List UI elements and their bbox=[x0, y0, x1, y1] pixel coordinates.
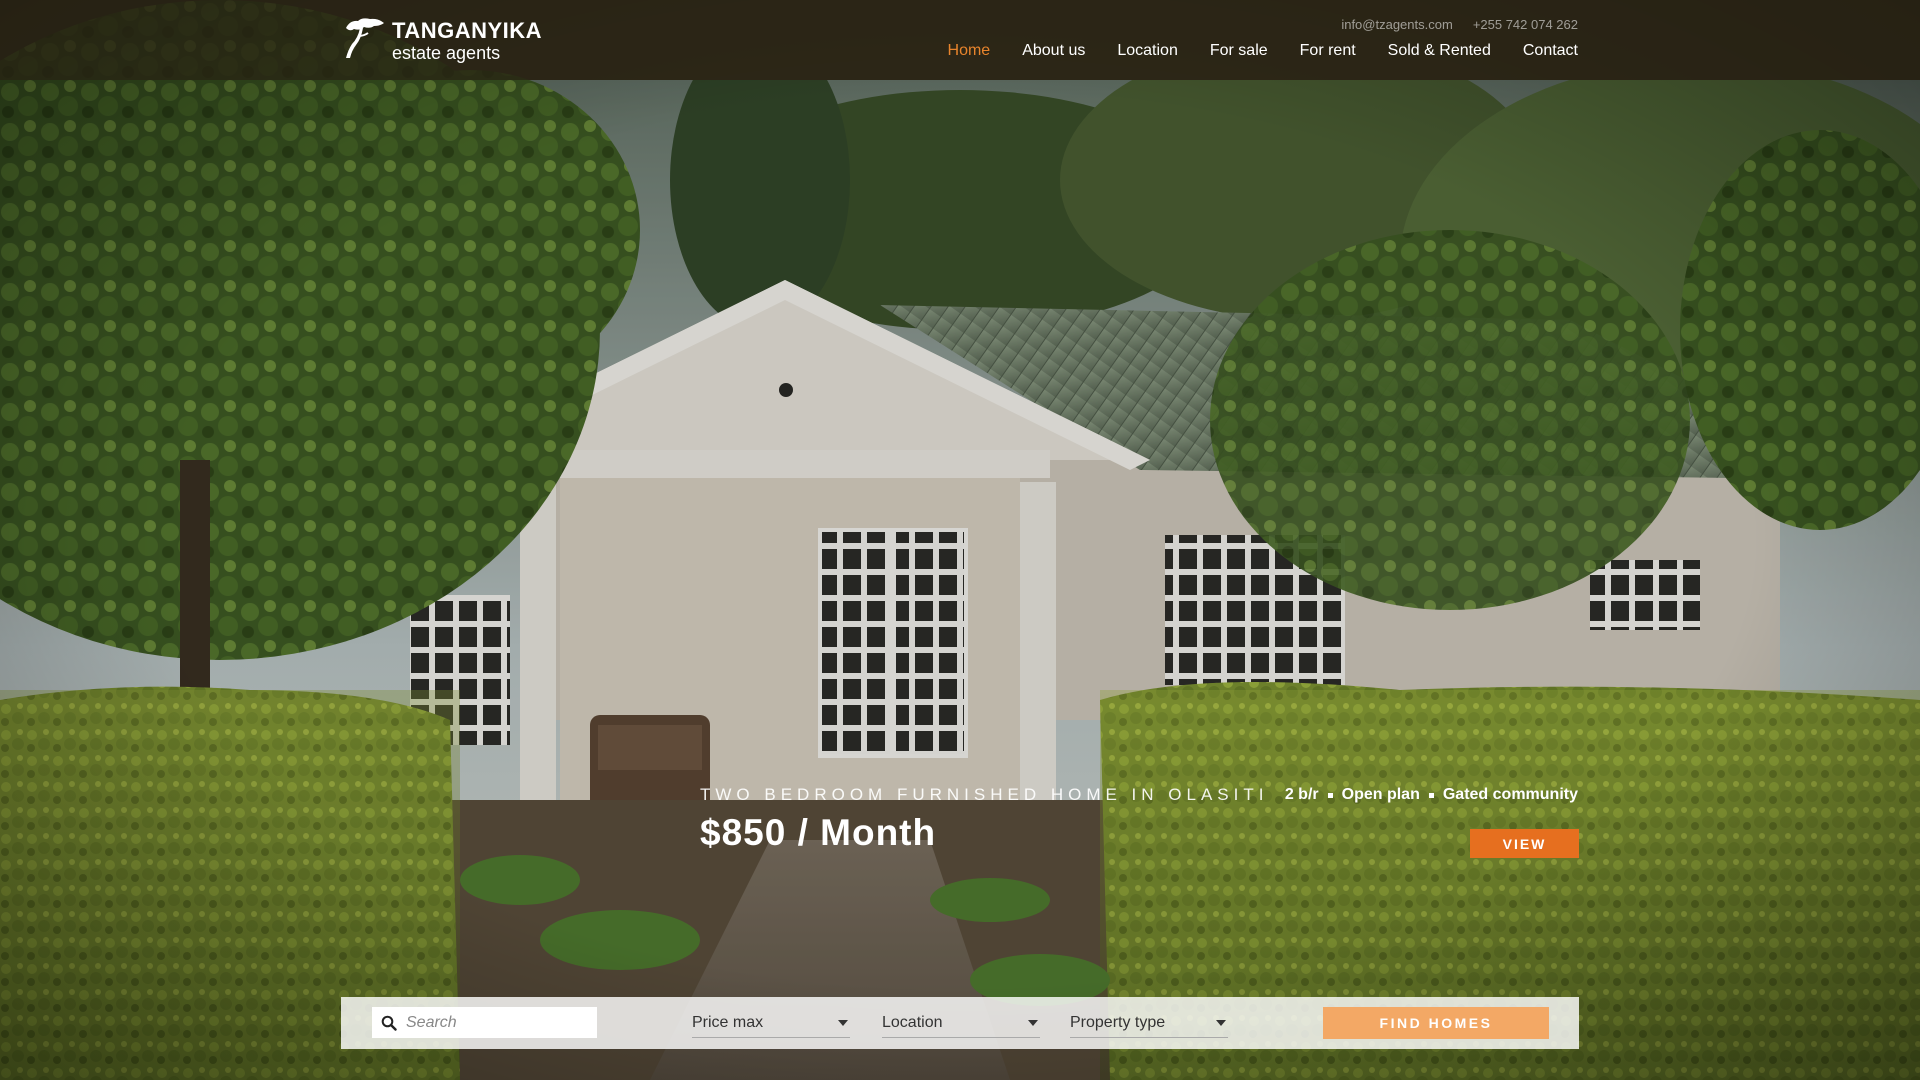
location-value: Location bbox=[882, 1013, 943, 1031]
main-nav: Home About us Location For sale For rent… bbox=[948, 42, 1578, 60]
nav-item-home[interactable]: Home bbox=[948, 42, 991, 60]
find-homes-button[interactable]: FIND HOMES bbox=[1323, 1007, 1549, 1039]
featured-listing-tags: 2 b/r Open plan Gated community bbox=[1285, 786, 1578, 804]
bullet-icon bbox=[1428, 792, 1434, 798]
caret-down-icon bbox=[838, 1019, 848, 1026]
search-field[interactable] bbox=[372, 1007, 597, 1038]
nav-item-sold-rented[interactable]: Sold & Rented bbox=[1388, 42, 1491, 60]
search-input[interactable] bbox=[406, 1007, 591, 1038]
site-header: TANGANYIKA estate agents info@tzagents.c… bbox=[0, 0, 1920, 80]
caret-down-icon bbox=[1028, 1019, 1038, 1026]
hero-house-image bbox=[0, 0, 1920, 1080]
featured-listing-price: $850 / Month bbox=[700, 812, 937, 853]
contact-email[interactable]: info@tzagents.com bbox=[1341, 17, 1452, 32]
price-max-select[interactable]: Price max bbox=[692, 1008, 850, 1038]
tag-bedrooms: 2 b/r bbox=[1284, 786, 1319, 803]
property-search-bar: Price max Location Property type FIND HO… bbox=[341, 997, 1579, 1049]
price-max-value: Price max bbox=[692, 1013, 764, 1031]
hero-background bbox=[0, 0, 1920, 1080]
nav-item-about-us[interactable]: About us bbox=[1022, 42, 1085, 60]
nav-item-for-sale[interactable]: For sale bbox=[1210, 42, 1268, 60]
bullet-icon bbox=[1327, 792, 1333, 798]
brand-name: TANGANYIKA bbox=[392, 18, 543, 43]
tag-gated-community: Gated community bbox=[1442, 786, 1578, 803]
view-listing-button[interactable]: VIEW bbox=[1470, 829, 1579, 858]
property-type-select[interactable]: Property type bbox=[1070, 1008, 1228, 1038]
contact-info: info@tzagents.com +255 742 074 262 bbox=[1341, 17, 1578, 32]
contact-phone[interactable]: +255 742 074 262 bbox=[1473, 17, 1578, 32]
property-type-value: Property type bbox=[1070, 1013, 1166, 1031]
search-icon[interactable] bbox=[372, 1007, 406, 1038]
nav-item-location[interactable]: Location bbox=[1117, 42, 1178, 60]
nav-item-for-rent[interactable]: For rent bbox=[1300, 42, 1356, 60]
caret-down-icon bbox=[1216, 1019, 1226, 1026]
tag-open-plan: Open plan bbox=[1341, 786, 1420, 803]
brand-subtitle: estate agents bbox=[392, 43, 501, 63]
location-select[interactable]: Location bbox=[882, 1008, 1040, 1038]
featured-listing-title: TWO BEDROOM FURNISHED HOME IN OLASITI bbox=[700, 785, 1269, 804]
nav-item-contact[interactable]: Contact bbox=[1523, 42, 1578, 60]
tree-icon bbox=[346, 18, 384, 58]
site-logo[interactable]: TANGANYIKA estate agents bbox=[340, 14, 542, 62]
